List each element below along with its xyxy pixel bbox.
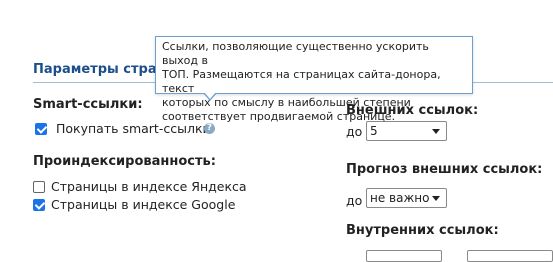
external-links-prefix: до: [346, 124, 363, 139]
forecast-heading: Прогноз внешних ссылок:: [346, 162, 543, 177]
tooltip-line: соответствует продвигаемой странице.: [162, 110, 396, 123]
forecast-select-value: не важно: [370, 191, 430, 205]
smart-links-heading: Smart-ссылки:: [33, 97, 143, 112]
yandex-index-checkbox[interactable]: [33, 181, 45, 193]
internal-links-to-select[interactable]: [467, 250, 553, 262]
yandex-index-label[interactable]: Страницы в индексе Яндекса: [51, 179, 247, 194]
google-index-label[interactable]: Страницы в индексе Google: [51, 197, 235, 212]
question-circle-icon[interactable]: ?: [204, 123, 215, 134]
smart-links-tooltip: Ссылки, позволяющие существенно ускорить…: [155, 36, 473, 123]
tooltip-line: Ссылки, позволяющие существенно ускорить…: [162, 40, 429, 67]
tooltip-arrow-fill: [204, 92, 216, 99]
chevron-down-icon: [432, 196, 440, 201]
internal-links-from-select[interactable]: [366, 250, 442, 262]
external-links-select[interactable]: 5: [366, 121, 447, 141]
external-links-select-value: 5: [370, 124, 378, 138]
chevron-down-icon: [432, 129, 440, 134]
buy-smart-links-checkbox[interactable]: [35, 123, 47, 135]
section-title: Параметры стра: [33, 62, 157, 77]
indexing-heading: Проиндексированность:: [33, 154, 216, 169]
forecast-prefix: до: [346, 193, 363, 208]
google-index-checkbox[interactable]: [33, 199, 45, 211]
forecast-select[interactable]: не важно: [366, 188, 447, 208]
internal-links-heading: Внутренних ссылок:: [346, 223, 499, 238]
